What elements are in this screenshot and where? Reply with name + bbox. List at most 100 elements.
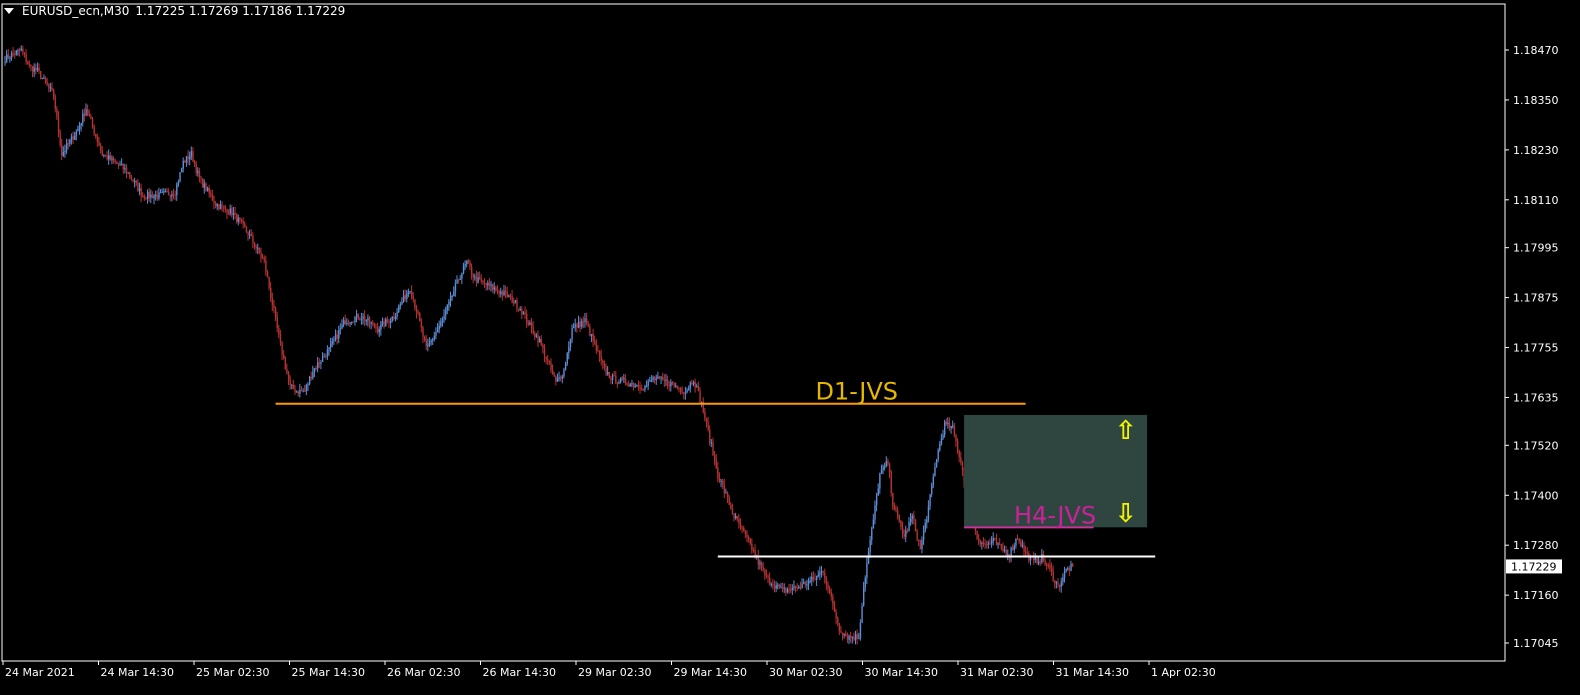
chart-area[interactable]: 1.18470 1.18350 1.18230 1.18110 1.17995 1.178… [0, 0, 1580, 690]
candle [1044, 558, 1046, 567]
candle [270, 281, 272, 302]
candle [803, 578, 805, 585]
candle [1062, 573, 1064, 586]
candle [496, 285, 499, 295]
candle-body [182, 160, 184, 169]
candle-body [166, 190, 168, 192]
candle [545, 356, 547, 364]
candle [696, 383, 698, 388]
candle-body [995, 539, 998, 545]
window-menu-icon[interactable] [4, 8, 14, 14]
candle [571, 324, 573, 344]
candle [683, 391, 685, 400]
candle [1003, 545, 1006, 553]
candle-body [184, 160, 186, 163]
candle-body [347, 322, 350, 324]
candle [150, 189, 152, 204]
candle [556, 373, 559, 382]
price-chart[interactable]: 1.18470 1.18350 1.18230 1.18110 1.17995 1.178… [0, 0, 1580, 690]
candle [926, 515, 928, 529]
candle-body [885, 460, 888, 467]
candle-body [1052, 571, 1054, 581]
candle [521, 305, 523, 319]
candle-body [129, 172, 131, 177]
candle-body [731, 508, 734, 514]
candle [185, 155, 188, 167]
ohlc-values: 1.17225 1.17269 1.17186 1.17229 [135, 4, 346, 18]
candle [854, 630, 857, 645]
candle-body [783, 588, 786, 590]
candle [594, 335, 596, 346]
candle [393, 311, 395, 321]
candle-body [135, 180, 138, 183]
candle-body [216, 204, 219, 207]
x-tick-label: 31 Mar 14:30 [1056, 666, 1129, 679]
candle-body [433, 335, 436, 340]
candle [814, 573, 816, 581]
candle-body [611, 375, 614, 380]
candle-body [932, 476, 935, 486]
candle-body [715, 459, 717, 468]
candle [796, 583, 798, 591]
candle [258, 247, 261, 254]
candle [1002, 542, 1004, 553]
candle-body [804, 582, 807, 586]
h4-jvs-label: H4-JVS [1014, 501, 1096, 529]
candle [516, 297, 518, 313]
candle-body [446, 305, 449, 311]
candle [709, 425, 711, 446]
candle-body [504, 290, 507, 293]
candle [1000, 543, 1003, 551]
candle-body [720, 480, 722, 482]
candle-body [304, 390, 306, 392]
candle [4, 55, 6, 66]
candle-body [224, 206, 227, 209]
candle [524, 306, 526, 319]
candle-body [835, 611, 837, 618]
candle [615, 370, 617, 385]
candle-body [976, 530, 978, 539]
candle-body [809, 580, 811, 582]
candle [676, 385, 679, 390]
candle-body [898, 514, 901, 521]
candle-body [981, 542, 983, 544]
candle-body [383, 321, 385, 327]
candle-body [631, 383, 633, 385]
candle-body [799, 586, 802, 588]
candle-body [41, 78, 44, 80]
candle-body [143, 196, 146, 199]
x-tick-label: 25 Mar 14:30 [292, 666, 365, 679]
candle [501, 289, 504, 301]
candle [163, 188, 165, 195]
candle-body [906, 530, 909, 532]
candle-body [880, 470, 883, 474]
candle-body [223, 205, 225, 207]
candle-body [462, 266, 465, 274]
candle-body [470, 266, 473, 275]
candle-body [373, 323, 376, 328]
candle-body [691, 382, 693, 385]
candle [341, 319, 343, 330]
candle [605, 363, 607, 377]
candle [422, 325, 424, 343]
candle-body [189, 156, 191, 160]
x-tick-label: 24 Mar 14:30 [101, 666, 174, 679]
candle-body [244, 223, 246, 227]
candle-body [1034, 557, 1037, 560]
candle [121, 158, 123, 166]
candle-body [751, 543, 753, 551]
candle-body [535, 335, 538, 337]
candle-body [629, 383, 632, 387]
candle-body [1071, 563, 1074, 567]
candle-body [1062, 577, 1064, 582]
candle-body [668, 384, 670, 387]
candle-body [396, 312, 398, 317]
candle [35, 63, 37, 75]
candle-body [77, 129, 79, 132]
candle [359, 317, 361, 321]
candle [1023, 541, 1025, 558]
candle-body [556, 378, 559, 382]
candle-body [1067, 568, 1069, 570]
candle-body [469, 262, 471, 267]
candle-body [432, 339, 434, 341]
